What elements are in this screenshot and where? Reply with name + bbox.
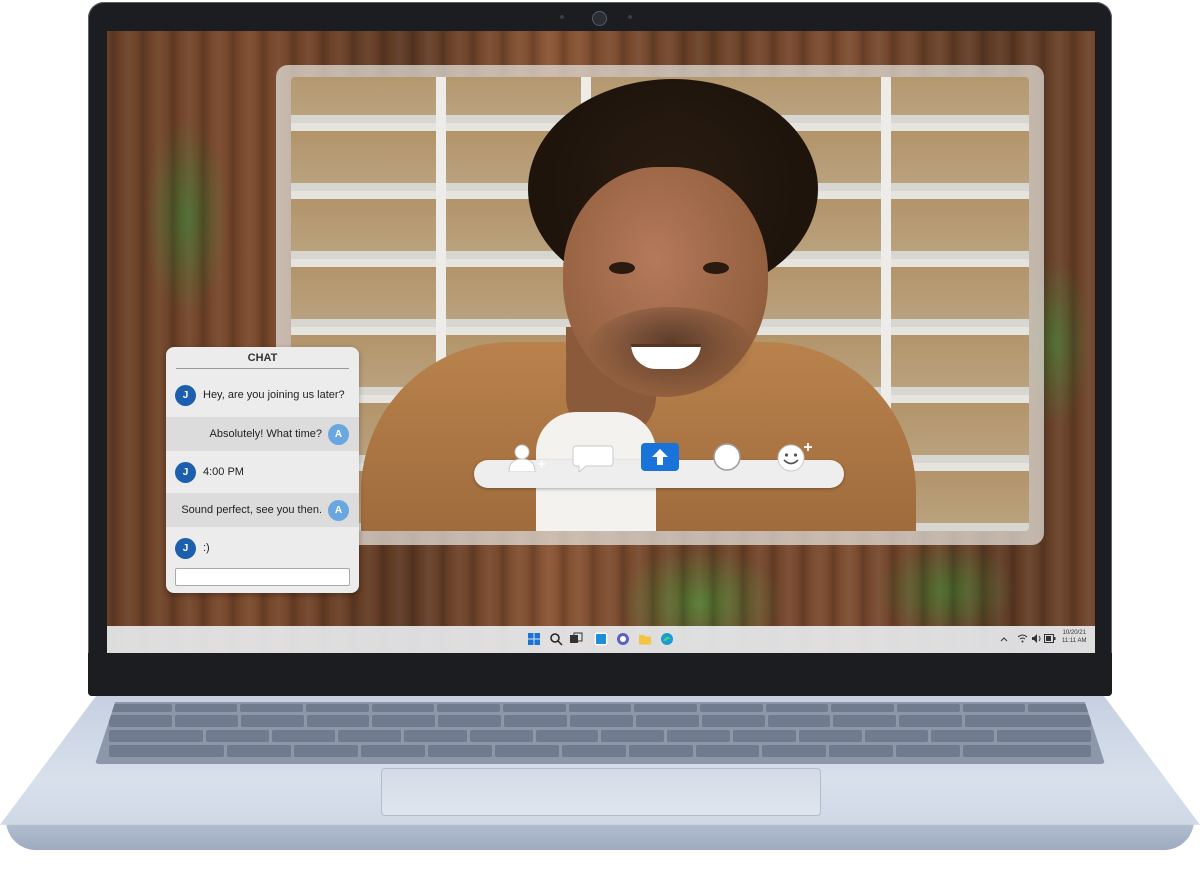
chat-title: CHAT xyxy=(247,352,278,364)
chat-input[interactable] xyxy=(175,568,350,586)
taskbar-clock[interactable]: 10/20/21 11:11 AM xyxy=(1062,629,1086,645)
taskbar-time: 11:11 AM xyxy=(1062,638,1087,644)
volume-icon[interactable] xyxy=(1031,633,1042,644)
chat-message: J :) xyxy=(166,531,359,565)
chat-message-text: :) xyxy=(203,542,210,554)
chat-divider xyxy=(176,368,349,369)
trackpad[interactable] xyxy=(381,768,821,816)
chat-message: Absolutely! What time? A xyxy=(166,417,359,451)
emoji-add-icon[interactable] xyxy=(774,442,816,472)
avatar: A xyxy=(328,499,349,521)
taskbar: 10/20/21 11:11 AM xyxy=(107,626,1095,653)
search-icon[interactable] xyxy=(549,632,563,646)
laptop-base xyxy=(0,696,1200,864)
widgets-icon[interactable] xyxy=(594,632,608,646)
webcam-icon xyxy=(592,11,607,26)
home-row xyxy=(95,745,1105,757)
top-letter-row xyxy=(95,730,1105,742)
avatar: A xyxy=(328,423,349,445)
add-person-icon[interactable] xyxy=(506,442,546,472)
edge-browser-icon[interactable] xyxy=(660,632,674,646)
camera-indicator xyxy=(628,15,632,19)
chat-message-text: 4:00 PM xyxy=(203,466,244,478)
camera-sensor xyxy=(560,15,564,19)
chevron-up-icon[interactable] xyxy=(999,634,1009,644)
chat-message-text: Hey, are you joining us later? xyxy=(203,389,345,401)
chat-message: J Hey, are you joining us later? xyxy=(166,378,359,412)
battery-icon[interactable] xyxy=(1044,634,1056,643)
chat-message-text: Absolutely! What time? xyxy=(209,428,323,440)
chat-message: Sound perfect, see you then. A xyxy=(166,493,359,527)
wifi-icon[interactable] xyxy=(1017,633,1028,644)
avatar: J xyxy=(175,384,196,406)
number-key-row xyxy=(95,715,1105,727)
task-view-icon[interactable] xyxy=(569,632,583,646)
avatar: J xyxy=(175,461,196,483)
chat-message: J 4:00 PM xyxy=(166,455,359,489)
avatar: J xyxy=(175,537,196,559)
person-eye-right xyxy=(703,262,729,274)
share-upload-icon[interactable] xyxy=(640,442,680,472)
video-control-bar xyxy=(474,443,844,488)
chat-panel: CHAT J Hey, are you joining us later? Ab… xyxy=(166,347,359,593)
chat-message-text: Sound perfect, see you then. xyxy=(181,504,322,516)
taskbar-date: 10/20/21 xyxy=(1062,630,1086,636)
file-explorer-icon[interactable] xyxy=(638,632,652,646)
keyboard xyxy=(95,702,1105,764)
person-eye-left xyxy=(609,262,635,274)
function-key-row xyxy=(95,704,1105,712)
record-circle-icon[interactable] xyxy=(710,442,744,472)
laptop-bezel xyxy=(88,653,1112,696)
windows-start-icon[interactable] xyxy=(527,632,541,646)
teams-chat-icon[interactable] xyxy=(616,632,630,646)
chat-bubble-icon[interactable] xyxy=(572,442,614,472)
